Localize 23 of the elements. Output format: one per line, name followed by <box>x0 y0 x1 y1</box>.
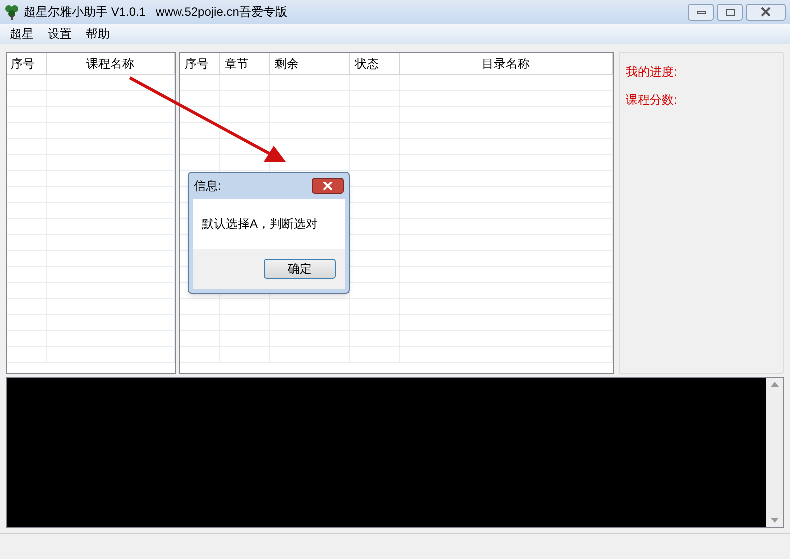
close-icon <box>760 7 772 17</box>
menu-item[interactable]: 设置 <box>48 25 72 43</box>
column-header[interactable]: 状态 <box>350 53 400 74</box>
column-header[interactable]: 序号 <box>180 53 220 74</box>
ok-button[interactable]: 确定 <box>264 259 336 279</box>
info-label: 我的进度: <box>626 64 678 81</box>
menu-item[interactable]: 帮助 <box>86 25 110 43</box>
dialog-title: 信息: <box>194 178 222 195</box>
close-button[interactable] <box>746 4 786 20</box>
column-header[interactable]: 章节 <box>220 53 270 74</box>
info-label: 课程分数: <box>626 92 678 109</box>
clover-icon <box>4 4 20 20</box>
close-icon <box>323 182 333 190</box>
maximize-button[interactable] <box>717 4 743 20</box>
window-title: 超星尔雅小助手 V1.0.1 www.52pojie.cn吾爱专版 <box>24 4 288 21</box>
column-header[interactable]: 目录名称 <box>400 53 613 74</box>
column-header[interactable]: 剩余 <box>270 53 350 74</box>
close-button[interactable] <box>312 178 344 194</box>
column-header[interactable]: 序号 <box>7 53 47 74</box>
column-header[interactable]: 课程名称 <box>47 53 175 74</box>
dialog-message: 默认选择A，判断选对 <box>202 216 318 233</box>
minimize-button[interactable] <box>688 4 714 20</box>
menu-item[interactable]: 超星 <box>10 25 34 43</box>
